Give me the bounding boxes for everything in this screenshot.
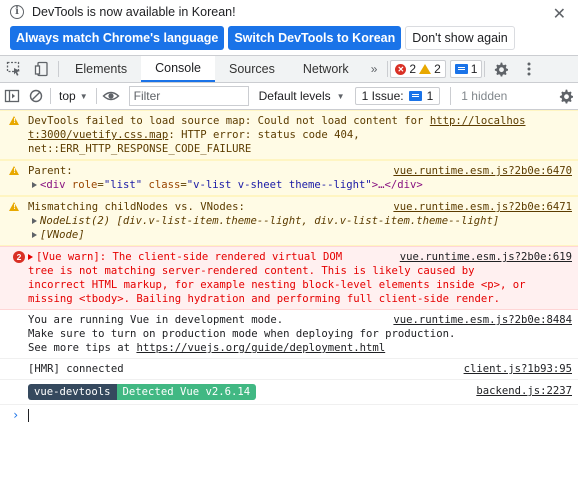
vue-version-badge: Detected Vue v2.6.14 (116, 384, 257, 400)
warning-icon (9, 202, 19, 211)
attr-name: role (71, 179, 98, 191)
issues-button[interactable]: 1 Issue: 1 (354, 87, 441, 105)
dom-node[interactable]: <div role="list" class="v-list v-sheet t… (28, 178, 572, 192)
infobar-message: DevTools is now available in Korean! (32, 5, 236, 19)
devtools-tabbar: Elements Console Sources Network » ✕ 2 2… (0, 56, 578, 83)
divider (387, 61, 389, 77)
source-map-link[interactable]: http://localhos (430, 115, 526, 127)
divider (50, 88, 51, 104)
filter-input[interactable] (128, 86, 249, 106)
console-messages: DevTools failed to load source map: Coul… (0, 110, 578, 425)
tab-network[interactable]: Network (289, 56, 363, 82)
vnode-text: [VNode] (40, 229, 85, 241)
console-message-error: 2 vue.runtime.esm.js?2b0e:619 [Vue warn]… (0, 246, 578, 310)
console-message-log: vue.runtime.esm.js?2b0e:8484 You are run… (0, 310, 578, 359)
context-value: top (59, 89, 76, 103)
info-icon: i (10, 5, 24, 19)
live-expression-eye-icon[interactable] (99, 83, 123, 109)
message-text: net::ERR_HTTP_RESPONSE_CODE_FAILURE (28, 143, 252, 155)
message-text: See more tips at (28, 342, 137, 354)
issues-counter[interactable]: 1 (449, 60, 483, 78)
customize-menu-icon[interactable] (515, 56, 543, 82)
expand-triangle-icon[interactable] (28, 254, 33, 260)
tab-sources[interactable]: Sources (215, 56, 289, 82)
text-caret (28, 408, 30, 422)
console-message-warning: DevTools failed to load source map: Coul… (0, 110, 578, 160)
source-map-link-cont[interactable]: t:3000/vuetify.css.map (28, 129, 168, 141)
source-link[interactable]: vue.runtime.esm.js?2b0e:6471 (393, 200, 572, 214)
switch-to-korean-button[interactable]: Switch DevTools to Korean (228, 26, 402, 50)
match-chrome-language-button[interactable]: Always match Chrome's language (10, 26, 225, 50)
dropdown-arrow-icon: ▼ (79, 91, 88, 101)
log-levels-dropdown[interactable]: Default levels ▼ (259, 89, 345, 103)
prompt-chevron-icon: › (12, 408, 20, 422)
vnode-object[interactable]: [VNode] (28, 228, 572, 242)
console-message-log: client.js?1b93:95 [HMR] connected (0, 359, 578, 380)
console-message-log: backend.js:2237 vue-devtools Detected Vue… (0, 380, 578, 405)
dont-show-again-button[interactable]: Don't show again (405, 26, 515, 50)
attr-name: class (148, 179, 181, 191)
inspect-element-icon[interactable] (0, 56, 28, 82)
attr-value: "list" (103, 179, 143, 191)
attr-value: "v-list v-sheet theme--light" (186, 179, 372, 191)
error-warning-counter[interactable]: ✕ 2 2 (390, 60, 446, 78)
error-count: 2 (409, 62, 417, 76)
vue-devtools-badge: vue-devtools (28, 384, 117, 400)
dropdown-arrow-icon: ▼ (336, 91, 345, 101)
issues-label: 1 Issue: (361, 89, 404, 103)
settings-gear-icon[interactable] (487, 56, 515, 82)
vue-deployment-link[interactable]: https://vuejs.org/guide/deployment.html (136, 342, 385, 354)
divider (95, 88, 97, 104)
warning-icon (9, 116, 19, 125)
message-text: DevTools failed to load source map: Coul… (28, 115, 430, 127)
more-tabs-button[interactable]: » (363, 56, 386, 82)
sidebar-toggle-icon[interactable] (0, 83, 24, 109)
source-link[interactable]: vue.runtime.esm.js?2b0e:619 (400, 250, 572, 264)
message-icon (408, 91, 422, 101)
expand-triangle-icon[interactable] (32, 182, 37, 188)
tab-elements[interactable]: Elements (61, 56, 141, 82)
device-toolbar-icon[interactable] (28, 56, 56, 82)
clear-console-icon[interactable] (24, 83, 48, 109)
warning-count: 2 (434, 62, 441, 76)
tab-console[interactable]: Console (141, 56, 215, 82)
source-link[interactable]: vue.runtime.esm.js?2b0e:8484 (393, 313, 572, 327)
tag-open: <div (40, 179, 66, 191)
console-message-warning: vue.runtime.esm.js?2b0e:6471 Mismatching… (0, 196, 578, 246)
console-toolbar: top ▼ Default levels ▼ 1 Issue: 1 1 hidd… (0, 83, 578, 110)
error-icon: ✕ (395, 63, 407, 75)
console-message-warning: vue.runtime.esm.js?2b0e:6470 Parent: <di… (0, 160, 578, 196)
nodelist-text: NodeList(2) [div.v-list-item.theme--ligh… (40, 215, 500, 227)
warning-icon (9, 166, 19, 175)
message-text: tree is not matching server-rendered con… (28, 265, 475, 277)
message-text: missing <tbody>. Bailing hydration and p… (28, 293, 500, 305)
expand-triangle-icon[interactable] (32, 218, 37, 224)
tag-close: >…</div> (371, 179, 423, 191)
hidden-messages-count: 1 hidden (450, 87, 507, 105)
console-settings-gear-icon[interactable] (554, 83, 578, 109)
language-infobar: i DevTools is now available in Korean! ✕… (0, 0, 578, 56)
expand-triangle-icon[interactable] (32, 232, 37, 238)
issues-count: 1 (426, 89, 434, 103)
log-levels-label: Default levels (258, 89, 331, 103)
message-icon (454, 64, 468, 74)
divider (58, 61, 59, 77)
console-prompt[interactable]: › (0, 405, 578, 425)
message-text: : HTTP error: status code 404, (168, 129, 360, 141)
warning-icon (419, 64, 432, 74)
issues-count: 1 (470, 62, 478, 76)
message-text: incorrect HTML markup, for example nesti… (28, 279, 526, 291)
error-count-badge: 2 (13, 251, 25, 263)
source-link[interactable]: backend.js:2237 (476, 384, 572, 398)
close-icon[interactable]: ✕ (553, 4, 566, 24)
context-selector[interactable]: top ▼ (53, 89, 94, 103)
source-link[interactable]: client.js?1b93:95 (464, 362, 572, 376)
message-text: [Vue warn]: The client-side rendered vir… (36, 251, 343, 263)
divider (484, 61, 486, 77)
message-text: Make sure to turn on production mode whe… (28, 328, 456, 340)
nodelist-object[interactable]: NodeList(2) [div.v-list-item.theme--ligh… (28, 214, 572, 228)
source-link[interactable]: vue.runtime.esm.js?2b0e:6470 (393, 164, 572, 178)
